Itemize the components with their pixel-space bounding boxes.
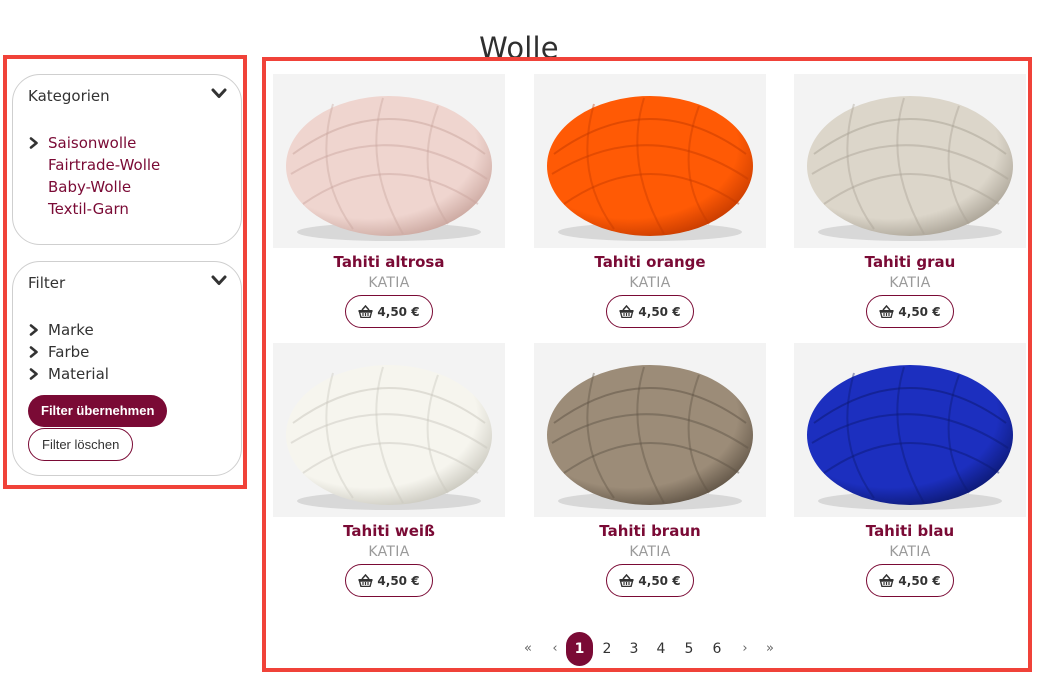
basket-icon: [619, 574, 634, 587]
pagination: « ‹ 1 2 3 4 5 6 › »: [0, 632, 1038, 666]
category-label: Saisonwolle: [48, 134, 137, 152]
chevron-right-icon: [29, 368, 38, 380]
pagination-last[interactable]: »: [761, 632, 779, 666]
product-name[interactable]: Tahiti orange: [534, 253, 766, 271]
add-to-cart-button[interactable]: 4,50 €: [606, 564, 694, 597]
basket-icon: [358, 305, 373, 318]
filter-item-farbe[interactable]: Farbe: [28, 341, 109, 363]
category-item-baby-wolle[interactable]: Baby-Wolle: [28, 176, 160, 198]
chevron-down-icon[interactable]: [211, 275, 227, 287]
product-name[interactable]: Tahiti altrosa: [273, 253, 505, 271]
pagination-first[interactable]: «: [519, 632, 537, 666]
product-price: 4,50 €: [638, 573, 681, 588]
category-item-saisonwolle[interactable]: Saisonwolle: [28, 132, 160, 154]
apply-filter-button[interactable]: Filter übernehmen: [28, 395, 168, 427]
pagination-prev[interactable]: ‹: [546, 632, 564, 666]
product-image[interactable]: [534, 74, 766, 248]
product-brand: KATIA: [629, 275, 671, 291]
product-image[interactable]: [794, 74, 1026, 248]
product-brand: KATIA: [889, 275, 931, 291]
product-price: 4,50 €: [377, 573, 420, 588]
categories-heading[interactable]: Kategorien: [28, 87, 110, 105]
filter-label: Farbe: [48, 343, 90, 361]
chevron-down-icon[interactable]: [211, 88, 227, 100]
product-price: 4,50 €: [638, 304, 681, 319]
yarn-ball-image: [273, 74, 505, 248]
yarn-ball-image: [794, 343, 1026, 517]
filter-item-marke[interactable]: Marke: [28, 319, 109, 341]
add-to-cart-button[interactable]: 4,50 €: [345, 295, 433, 328]
yarn-ball-image: [534, 343, 766, 517]
pagination-page-6[interactable]: 6: [708, 632, 726, 666]
product-brand: KATIA: [889, 544, 931, 560]
filter-item-material[interactable]: Material: [28, 363, 109, 385]
filter-heading[interactable]: Filter: [28, 274, 65, 292]
category-label: Fairtrade-Wolle: [48, 156, 161, 174]
product-image[interactable]: [794, 343, 1026, 517]
basket-icon: [879, 305, 894, 318]
basket-icon: [619, 305, 634, 318]
product-price: 4,50 €: [377, 304, 420, 319]
filter-panel: Filter Marke Farbe Material Filter übern…: [12, 261, 242, 476]
product-brand: KATIA: [368, 275, 410, 291]
clear-filter-button[interactable]: Filter löschen: [28, 428, 134, 461]
product-brand: KATIA: [629, 544, 671, 560]
filter-label: Marke: [48, 321, 94, 339]
category-item-textil-garn[interactable]: Textil-Garn: [28, 198, 160, 220]
product-price: 4,50 €: [898, 573, 941, 588]
pagination-page-3[interactable]: 3: [625, 632, 643, 666]
pagination-page-4[interactable]: 4: [652, 632, 670, 666]
pagination-page-2[interactable]: 2: [598, 632, 616, 666]
pagination-page-5[interactable]: 5: [680, 632, 698, 666]
basket-icon: [358, 574, 373, 587]
product-name[interactable]: Tahiti grau: [794, 253, 1026, 271]
categories-panel: Kategorien Saisonwolle Fairtrade-Wolle B…: [12, 74, 242, 245]
chevron-right-icon: [29, 137, 38, 149]
category-label: Baby-Wolle: [48, 178, 132, 196]
chevron-right-icon: [29, 324, 38, 336]
product-image[interactable]: [273, 74, 505, 248]
yarn-ball-image: [534, 74, 766, 248]
product-name[interactable]: Tahiti braun: [534, 522, 766, 540]
add-to-cart-button[interactable]: 4,50 €: [345, 564, 433, 597]
pagination-page-1[interactable]: 1: [566, 632, 593, 666]
yarn-ball-image: [794, 74, 1026, 248]
filter-list: Marke Farbe Material: [28, 319, 109, 385]
product-image[interactable]: [534, 343, 766, 517]
product-price: 4,50 €: [898, 304, 941, 319]
pagination-next[interactable]: ›: [736, 632, 754, 666]
category-list: Saisonwolle Fairtrade-Wolle Baby-Wolle T…: [28, 132, 160, 220]
category-label: Textil-Garn: [48, 200, 129, 218]
product-image[interactable]: [273, 343, 505, 517]
filter-label: Material: [48, 365, 109, 383]
add-to-cart-button[interactable]: 4,50 €: [866, 295, 954, 328]
product-name[interactable]: Tahiti blau: [794, 522, 1026, 540]
add-to-cart-button[interactable]: 4,50 €: [866, 564, 954, 597]
product-brand: KATIA: [368, 544, 410, 560]
basket-icon: [879, 574, 894, 587]
category-item-fairtrade-wolle[interactable]: Fairtrade-Wolle: [28, 154, 160, 176]
chevron-right-icon: [29, 346, 38, 358]
product-name[interactable]: Tahiti weiß: [273, 522, 505, 540]
add-to-cart-button[interactable]: 4,50 €: [606, 295, 694, 328]
yarn-ball-image: [273, 343, 505, 517]
